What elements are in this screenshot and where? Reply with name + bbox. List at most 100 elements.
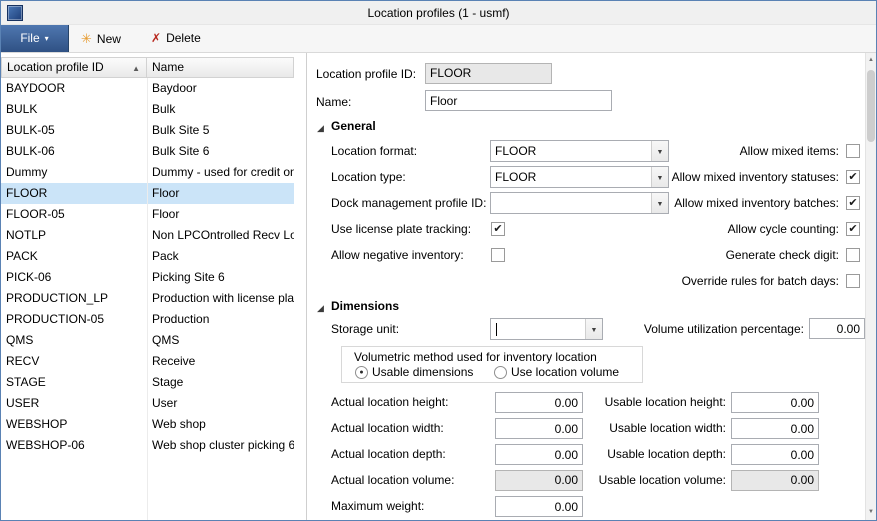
- cell-location-profile-id: BULK-06: [1, 141, 147, 162]
- cell-name: Dummy - used for credit only: [147, 162, 294, 183]
- usable-location-height-field[interactable]: [731, 392, 819, 413]
- cell-name: Production with license plate: [147, 288, 294, 309]
- usable-location-height-label: Usable location height:: [586, 392, 726, 413]
- cell-location-profile-id: QMS: [1, 330, 147, 351]
- name-field[interactable]: [425, 90, 612, 111]
- cell-name: Bulk: [147, 99, 294, 120]
- vertical-scrollbar[interactable]: ▲ ▼: [865, 53, 876, 520]
- title-bar: Location profiles (1 - usmf): [1, 1, 876, 25]
- text-cursor: [496, 323, 497, 336]
- usable-dimensions-label: Usable dimensions: [372, 364, 473, 380]
- location-format-label: Location format:: [331, 140, 417, 162]
- use-location-volume-radio[interactable]: [494, 366, 507, 379]
- cell-location-profile-id: PRODUCTION_LP: [1, 288, 147, 309]
- app-icon: [7, 5, 23, 21]
- location-profile-id-field: FLOOR: [425, 63, 552, 84]
- actual-location-width-field[interactable]: [495, 418, 583, 439]
- cell-name: QMS: [147, 330, 294, 351]
- scroll-up-button[interactable]: ▲: [866, 53, 876, 68]
- cell-location-profile-id: BULK: [1, 99, 147, 120]
- column-header-label: Name: [152, 60, 184, 74]
- generate-check-digit-checkbox[interactable]: [846, 248, 860, 262]
- cell-name: Baydoor: [147, 78, 294, 99]
- allow-mixed-inventory-batches-checkbox[interactable]: ✔: [846, 196, 860, 210]
- actual-location-height-field[interactable]: [495, 392, 583, 413]
- grid-pane: Location profile ID ▲ Name BAYDOORBaydoo…: [1, 53, 307, 520]
- dimensions-section-title[interactable]: Dimensions: [331, 299, 399, 313]
- cell-location-profile-id: BAYDOOR: [1, 78, 147, 99]
- cell-name: Floor: [147, 204, 294, 225]
- cell-location-profile-id: PRODUCTION-05: [1, 309, 147, 330]
- location-type-label: Location type:: [331, 166, 406, 188]
- window-title: Location profiles (1 - usmf): [101, 1, 776, 25]
- cell-location-profile-id: Dummy: [1, 162, 147, 183]
- usable-location-width-field[interactable]: [731, 418, 819, 439]
- dock-management-profile-id-label: Dock management profile ID:: [331, 192, 486, 214]
- cell-location-profile-id: NOTLP: [1, 225, 147, 246]
- cell-name: Picking Site 6: [147, 267, 294, 288]
- delete-icon: ✗: [151, 31, 161, 45]
- actual-location-width-label: Actual location width:: [331, 418, 444, 439]
- allow-mixed-inventory-statuses-checkbox[interactable]: ✔: [846, 170, 860, 184]
- use-license-plate-tracking-label: Use license plate tracking:: [331, 218, 471, 240]
- usable-location-width-label: Usable location width:: [586, 418, 726, 439]
- maximum-weight-label: Maximum weight:: [331, 496, 424, 517]
- actual-location-depth-label: Actual location depth:: [331, 444, 446, 465]
- cell-name: Bulk Site 6: [147, 141, 294, 162]
- actual-location-depth-field[interactable]: [495, 444, 583, 465]
- usable-location-depth-label: Usable location depth:: [586, 444, 726, 465]
- general-section-collapse-icon[interactable]: ◢: [317, 123, 324, 134]
- usable-location-volume-label: Usable location volume:: [586, 470, 726, 491]
- use-license-plate-tracking-checkbox[interactable]: ✔: [491, 222, 505, 236]
- new-button-label: New: [97, 32, 121, 46]
- column-header-label: Location profile ID: [7, 60, 104, 74]
- cell-location-profile-id: PACK: [1, 246, 147, 267]
- cell-name: Production: [147, 309, 294, 330]
- toolbar: File ▾ ✳ New ✗ Delete: [1, 25, 876, 53]
- new-icon: ✳: [81, 31, 92, 46]
- usable-location-depth-field[interactable]: [731, 444, 819, 465]
- cell-name: User: [147, 393, 294, 414]
- scroll-down-icon: ▼: [868, 509, 874, 515]
- scroll-down-button[interactable]: ▼: [866, 505, 876, 520]
- cell-location-profile-id: BULK-05: [1, 120, 147, 141]
- delete-button[interactable]: ✗ Delete: [151, 25, 201, 52]
- dimensions-section-collapse-icon[interactable]: ◢: [317, 303, 324, 314]
- file-menu-label: File: [20, 31, 39, 45]
- volume-utilization-percentage-label: Volume utilization percentage:: [556, 319, 804, 339]
- cell-location-profile-id: FLOOR-05: [1, 204, 147, 225]
- override-rules-for-batch-days-checkbox[interactable]: [846, 274, 860, 288]
- location-profiles-window: Location profiles (1 - usmf) File ▾ ✳ New …: [0, 0, 877, 521]
- storage-unit-label: Storage unit:: [331, 318, 399, 340]
- actual-location-height-label: Actual location height:: [331, 392, 448, 413]
- allow-mixed-inventory-statuses-label: Allow mixed inventory statuses:: [556, 166, 839, 188]
- cell-location-profile-id: RECV: [1, 351, 147, 372]
- allow-mixed-items-checkbox[interactable]: [846, 144, 860, 158]
- allow-mixed-inventory-batches-label: Allow mixed inventory batches:: [556, 192, 839, 214]
- usable-dimensions-radio[interactable]: ●: [355, 366, 368, 379]
- new-button[interactable]: ✳ New: [81, 25, 121, 52]
- cell-name: Web shop cluster picking 61: [147, 435, 294, 456]
- scrollbar-thumb[interactable]: [867, 70, 875, 142]
- allow-cycle-counting-checkbox[interactable]: ✔: [846, 222, 860, 236]
- generate-check-digit-label: Generate check digit:: [556, 244, 839, 266]
- cell-name: Non LPCOntrolled Recv Loca: [147, 225, 294, 246]
- cell-name: Stage: [147, 372, 294, 393]
- actual-location-volume-label: Actual location volume:: [331, 470, 454, 491]
- column-header-location-profile-id[interactable]: Location profile ID ▲: [1, 57, 147, 78]
- usable-location-volume-field: 0.00: [731, 470, 819, 491]
- general-section-title[interactable]: General: [331, 119, 376, 133]
- delete-button-label: Delete: [166, 31, 201, 45]
- file-menu-button[interactable]: File ▾: [1, 25, 69, 52]
- cell-name: Receive: [147, 351, 294, 372]
- column-header-name[interactable]: Name: [147, 57, 294, 78]
- maximum-weight-field[interactable]: [495, 496, 583, 517]
- cell-location-profile-id: USER: [1, 393, 147, 414]
- actual-location-volume-field: 0.00: [495, 470, 583, 491]
- cell-name: Pack: [147, 246, 294, 267]
- cell-location-profile-id: STAGE: [1, 372, 147, 393]
- dropdown-arrow-icon: ▾: [45, 34, 49, 43]
- allow-mixed-items-label: Allow mixed items:: [556, 140, 839, 162]
- allow-negative-inventory-checkbox[interactable]: [491, 248, 505, 262]
- volume-utilization-percentage-field[interactable]: [809, 318, 865, 339]
